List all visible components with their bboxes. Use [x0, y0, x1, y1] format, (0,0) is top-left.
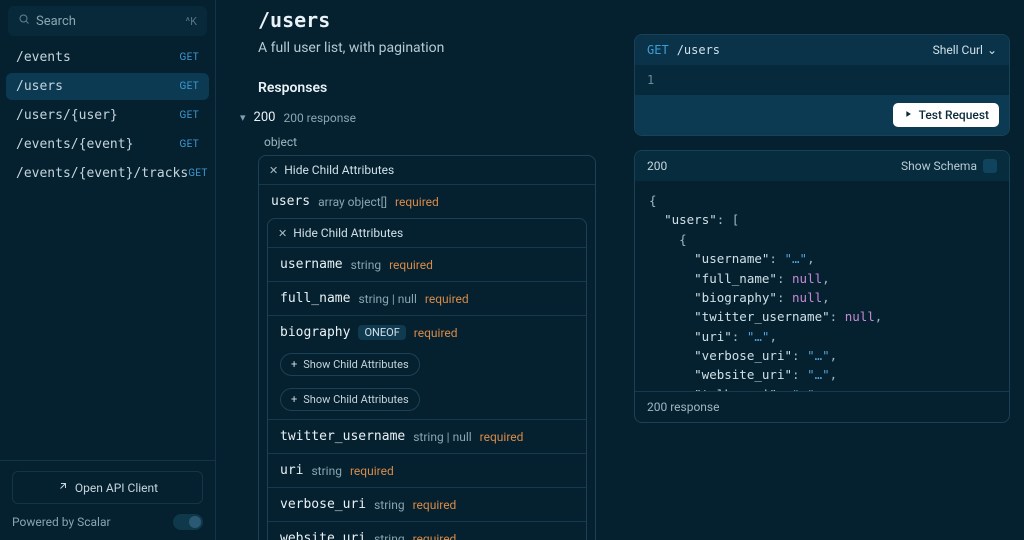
close-icon: ✕ [278, 227, 287, 240]
object-type-label: object [264, 135, 596, 149]
nav-item[interactable]: /events/{event} GET [6, 131, 209, 158]
request-panel: GET /users Shell Curl ⌄ 1 Test Request [634, 34, 1010, 136]
nav-item[interactable]: /events/{event}/tracksGET [6, 160, 209, 187]
plus-icon: + [291, 393, 297, 406]
powered-by-label: Powered by Scalar [12, 515, 111, 529]
open-api-client-button[interactable]: Open API Client [12, 471, 203, 504]
schema-field: twitter_username string | null required [268, 419, 586, 453]
open-api-client-label: Open API Client [75, 481, 158, 495]
schema-field: biography ONEOF required [268, 315, 586, 349]
response-code: 200 [254, 110, 276, 125]
endpoint-title: /users [258, 8, 596, 32]
response-row[interactable]: ▾ 200 200 response [240, 110, 596, 125]
response-json[interactable]: { "users": [ { "username": "…", "full_na… [635, 181, 1009, 391]
oneof-badge: ONEOF [358, 325, 405, 340]
nav-method: GET [180, 110, 199, 121]
endpoint-description: A full user list, with pagination [258, 40, 596, 56]
schema-field: verbose_uri string required [268, 487, 586, 521]
plus-icon: + [291, 358, 297, 371]
responses-heading: Responses [258, 80, 596, 96]
nav-method: GET [180, 52, 199, 63]
sidebar: Search ^K /events GET/users GET/users/{use… [0, 0, 216, 540]
search-icon [18, 13, 30, 29]
nav-item[interactable]: /users GET [6, 73, 209, 100]
schema-field: username string required [268, 248, 586, 281]
main: /users A full user list, with pagination… [216, 0, 1024, 540]
nav-item[interactable]: /events GET [6, 44, 209, 71]
theme-toggle[interactable] [173, 514, 203, 530]
nav-path: /events/{event} [16, 137, 133, 152]
show-children-button[interactable]: +Show Child Attributes [280, 353, 420, 376]
nav-method: GET [180, 81, 199, 92]
checkbox-icon [983, 159, 997, 173]
show-schema-toggle[interactable]: Show Schema [901, 159, 997, 173]
chevron-down-icon: ⌄ [987, 43, 997, 57]
schema-field: website_uri string required [268, 521, 586, 540]
schema-users-children: ✕ Hide Child Attributes username string … [267, 218, 587, 540]
show-children-button[interactable]: +Show Child Attributes [280, 388, 420, 411]
sidebar-footer: Open API Client Powered by Scalar [0, 460, 215, 540]
request-code[interactable]: 1 [635, 65, 1009, 95]
nav-method: GET [180, 139, 199, 150]
play-icon [903, 108, 913, 122]
search-input[interactable]: Search ^K [8, 6, 207, 36]
schema-root: ✕ Hide Child Attributes users array obje… [258, 155, 596, 540]
field-users: users array object[] required [259, 185, 595, 218]
test-request-button[interactable]: Test Request [893, 103, 999, 127]
search-placeholder: Search [36, 14, 76, 29]
nav-path: /users [16, 79, 63, 94]
response-footer: 200 response [635, 391, 1009, 422]
schema-field: full_name string | null required [268, 281, 586, 315]
hide-children-button[interactable]: ✕ Hide Child Attributes [268, 219, 586, 248]
nav-item[interactable]: /users/{user} GET [6, 102, 209, 129]
nav-path: /users/{user} [16, 108, 118, 123]
response-desc: 200 response [283, 111, 356, 125]
hide-children-button[interactable]: ✕ Hide Child Attributes [259, 156, 595, 185]
endpoint-doc: /users A full user list, with pagination… [216, 0, 616, 540]
response-panel: 200 Show Schema { "users": [ { "username… [634, 150, 1010, 423]
close-icon: ✕ [269, 164, 278, 177]
response-code: 200 [647, 159, 667, 173]
client-select[interactable]: Shell Curl ⌄ [933, 43, 997, 57]
search-shortcut: ^K [186, 15, 198, 28]
schema-field: uri string required [268, 453, 586, 487]
chevron-down-icon: ▾ [240, 111, 246, 124]
request-method: GET [647, 43, 669, 57]
nav-method: GET [188, 168, 207, 179]
nav-path: /events [16, 50, 71, 65]
request-path: /users [677, 43, 720, 57]
right-column: GET /users Shell Curl ⌄ 1 Test Request [616, 0, 1024, 540]
nav-path: /events/{event}/tracks [16, 166, 188, 181]
external-link-icon [57, 480, 69, 495]
nav-list: /events GET/users GET/users/{user} GET/even… [0, 44, 215, 460]
